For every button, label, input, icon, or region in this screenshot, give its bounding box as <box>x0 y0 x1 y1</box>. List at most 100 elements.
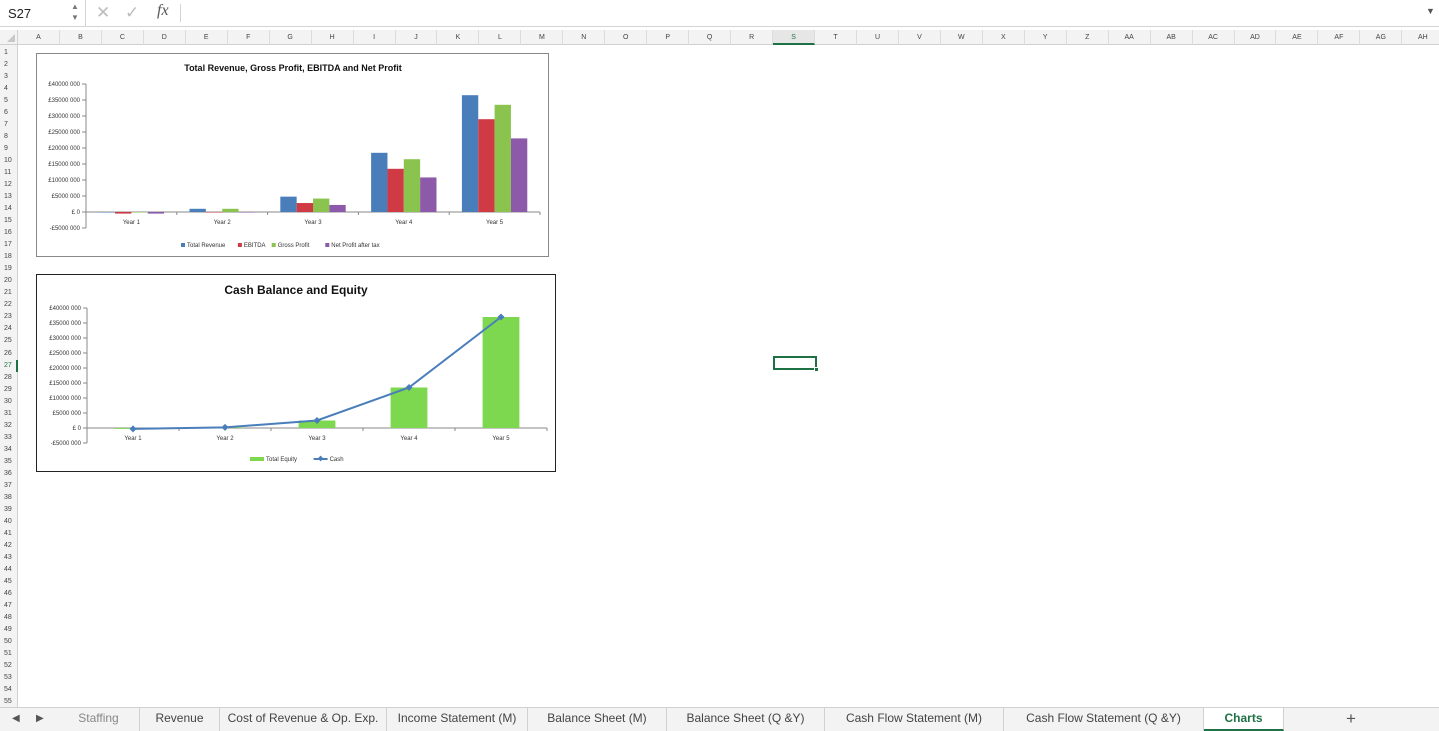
expand-formula-icon[interactable]: ▼ <box>1426 6 1435 16</box>
select-all-icon[interactable] <box>7 34 15 42</box>
row-header-31[interactable]: 31 <box>0 408 18 420</box>
column-header-y[interactable]: Y <box>1025 30 1067 45</box>
row-header-9[interactable]: 9 <box>0 143 18 155</box>
sheet-tab-cash-flow-statement-q-y[interactable]: Cash Flow Statement (Q &Y) <box>1004 708 1204 731</box>
row-header-19[interactable]: 19 <box>0 263 18 275</box>
column-header-w[interactable]: W <box>941 30 983 45</box>
column-header-ac[interactable]: AC <box>1193 30 1235 45</box>
chevron-down-icon[interactable]: ▼ <box>71 13 79 22</box>
row-header-47[interactable]: 47 <box>0 600 18 612</box>
column-header-e[interactable]: E <box>186 30 228 45</box>
row-header-26[interactable]: 26 <box>0 348 18 360</box>
sheet-tab-balance-sheet-q-y[interactable]: Balance Sheet (Q &Y) <box>667 708 825 731</box>
row-header-17[interactable]: 17 <box>0 239 18 251</box>
column-header-g[interactable]: G <box>270 30 312 45</box>
cell-reference[interactable]: S27 <box>8 6 31 21</box>
sheet-tab-revenue[interactable]: Revenue <box>140 708 220 731</box>
column-header-ad[interactable]: AD <box>1235 30 1277 45</box>
column-header-m[interactable]: M <box>521 30 564 45</box>
column-header-h[interactable]: H <box>312 30 354 45</box>
sheet-tab-staffing[interactable]: Staffing <box>58 708 140 731</box>
row-header-21[interactable]: 21 <box>0 287 18 299</box>
column-header-af[interactable]: AF <box>1318 30 1361 45</box>
row-header-4[interactable]: 4 <box>0 83 18 95</box>
row-header-48[interactable]: 48 <box>0 612 18 624</box>
column-header-i[interactable]: I <box>354 30 396 45</box>
row-header-51[interactable]: 51 <box>0 648 18 660</box>
row-header-49[interactable]: 49 <box>0 624 18 636</box>
row-header-53[interactable]: 53 <box>0 672 18 684</box>
fill-handle[interactable] <box>814 367 819 372</box>
sheet-tab-income-statement-m[interactable]: Income Statement (M) <box>387 708 528 731</box>
column-header-ag[interactable]: AG <box>1360 30 1403 45</box>
row-header-1[interactable]: 1 <box>0 47 18 59</box>
revenue-profit-chart[interactable]: Total Revenue, Gross Profit, EBITDA and … <box>36 53 549 257</box>
row-header-8[interactable]: 8 <box>0 131 18 143</box>
row-header-46[interactable]: 46 <box>0 588 18 600</box>
column-header-b[interactable]: B <box>60 30 102 45</box>
row-header-36[interactable]: 36 <box>0 468 18 480</box>
prev-sheet-icon[interactable]: ◀ <box>12 713 20 724</box>
column-header-z[interactable]: Z <box>1067 30 1109 45</box>
row-header-13[interactable]: 13 <box>0 191 18 203</box>
row-header-32[interactable]: 32 <box>0 420 18 432</box>
row-header-6[interactable]: 6 <box>0 107 18 119</box>
row-header-43[interactable]: 43 <box>0 552 18 564</box>
column-header-ah[interactable]: AH <box>1402 30 1439 45</box>
row-header-10[interactable]: 10 <box>0 155 18 167</box>
row-header-23[interactable]: 23 <box>0 311 18 323</box>
row-header-40[interactable]: 40 <box>0 516 18 528</box>
row-header-16[interactable]: 16 <box>0 227 18 239</box>
row-header-34[interactable]: 34 <box>0 444 18 456</box>
column-header-aa[interactable]: AA <box>1109 30 1151 45</box>
row-header-38[interactable]: 38 <box>0 492 18 504</box>
row-header-37[interactable]: 37 <box>0 480 18 492</box>
row-header-14[interactable]: 14 <box>0 203 18 215</box>
column-header-v[interactable]: V <box>899 30 941 45</box>
add-sheet-button[interactable]: + <box>1346 709 1356 729</box>
confirm-icon[interactable]: ✓ <box>125 3 139 23</box>
row-header-15[interactable]: 15 <box>0 215 18 227</box>
column-header-p[interactable]: P <box>647 30 690 45</box>
sheet-tab-balance-sheet-m[interactable]: Balance Sheet (M) <box>528 708 667 731</box>
column-header-ae[interactable]: AE <box>1277 30 1319 45</box>
row-header-42[interactable]: 42 <box>0 540 18 552</box>
column-header-o[interactable]: O <box>605 30 648 45</box>
column-header-t[interactable]: T <box>815 30 857 45</box>
row-header-25[interactable]: 25 <box>0 335 18 347</box>
column-header-ab[interactable]: AB <box>1151 30 1193 45</box>
row-header-28[interactable]: 28 <box>0 372 18 384</box>
column-header-n[interactable]: N <box>563 30 606 45</box>
row-header-3[interactable]: 3 <box>0 71 18 83</box>
row-header-2[interactable]: 2 <box>0 59 18 71</box>
row-header-44[interactable]: 44 <box>0 564 18 576</box>
row-header-52[interactable]: 52 <box>0 660 18 672</box>
selected-cell[interactable] <box>773 356 819 372</box>
row-header-54[interactable]: 54 <box>0 684 18 696</box>
cash-equity-chart[interactable]: Cash Balance and Equity £40000 000 £35000 … <box>36 274 556 472</box>
column-header-s[interactable]: S <box>773 30 816 45</box>
row-header-27[interactable]: 27 <box>0 359 18 372</box>
row-header-50[interactable]: 50 <box>0 636 18 648</box>
row-header-39[interactable]: 39 <box>0 504 18 516</box>
row-header-18[interactable]: 18 <box>0 251 18 263</box>
column-header-f[interactable]: F <box>228 30 270 45</box>
row-header-7[interactable]: 7 <box>0 119 18 131</box>
column-header-c[interactable]: C <box>102 30 144 45</box>
row-header-12[interactable]: 12 <box>0 179 18 191</box>
row-header-29[interactable]: 29 <box>0 384 18 396</box>
row-header-33[interactable]: 33 <box>0 432 18 444</box>
column-header-a[interactable]: A <box>18 30 60 45</box>
select-all-corner[interactable] <box>0 30 18 45</box>
row-header-11[interactable]: 11 <box>0 167 18 179</box>
sheet-tab-charts[interactable]: Charts <box>1204 708 1284 731</box>
name-box[interactable]: S27 ▲ ▼ <box>0 0 86 26</box>
sheet-tab-cost-of-revenue-op-exp[interactable]: Cost of Revenue & Op. Exp. <box>220 708 387 731</box>
column-header-d[interactable]: D <box>144 30 186 45</box>
column-header-k[interactable]: K <box>438 30 480 45</box>
column-header-q[interactable]: Q <box>689 30 732 45</box>
chevron-up-icon[interactable]: ▲ <box>71 2 79 11</box>
row-header-5[interactable]: 5 <box>0 95 18 107</box>
sheet-tab-cash-flow-statement-m[interactable]: Cash Flow Statement (M) <box>825 708 1004 731</box>
function-icon[interactable]: fx <box>157 2 169 20</box>
